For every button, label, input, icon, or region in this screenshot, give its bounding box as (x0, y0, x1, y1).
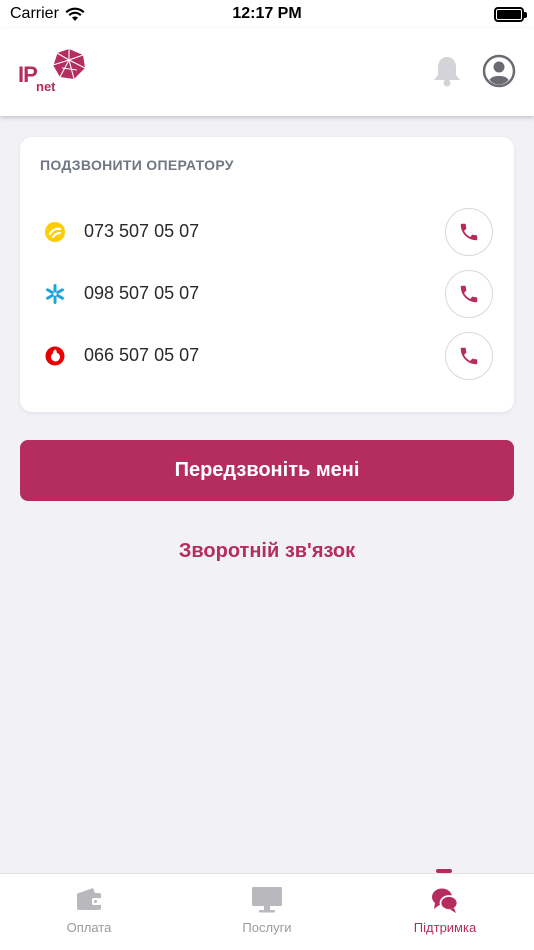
logo-net-text: net (36, 79, 56, 94)
app-header: IP net (0, 28, 534, 116)
tab-support[interactable]: Підтримка (356, 874, 534, 950)
callback-button[interactable]: Передзвоніть мені (20, 440, 514, 501)
wallet-icon (77, 888, 101, 910)
phone-row-vodafone: 066 507 05 07 (20, 331, 514, 381)
call-button-vodafone[interactable] (445, 332, 493, 380)
phone-row-lifecell: 073 507 05 07 (20, 207, 514, 257)
call-button-lifecell[interactable] (445, 208, 493, 256)
tab-label: Послуги (242, 920, 292, 935)
feedback-link[interactable]: Зворотній зв'язок (0, 540, 534, 563)
carrier-label: Carrier (10, 5, 59, 22)
monitor-icon (252, 887, 282, 913)
lifecell-logo-icon (45, 222, 65, 242)
wifi-icon (65, 7, 85, 21)
phone-icon (460, 285, 478, 303)
ipnet-logo[interactable]: IP net (18, 46, 88, 96)
vodafone-logo-icon (45, 346, 65, 366)
card-title: ПОДЗВОНИТИ ОПЕРАТОРУ (40, 157, 234, 173)
tab-label: Оплата (66, 920, 112, 935)
profile-icon[interactable] (482, 54, 516, 88)
battery-icon (494, 6, 527, 22)
phone-number: 066 507 05 07 (84, 345, 200, 365)
phone-icon (460, 347, 478, 365)
call-operator-card: ПОДЗВОНИТИ ОПЕРАТОРУ 073 507 05 07 098 5… (20, 137, 514, 412)
carrier-group: Carrier (10, 5, 85, 23)
tab-label: Підтримка (413, 920, 477, 935)
call-button-kyivstar[interactable] (445, 270, 493, 318)
tab-payment[interactable]: Оплата (0, 874, 178, 950)
status-bar: Carrier 12:17 PM (0, 0, 534, 28)
chat-bubbles-icon (432, 888, 459, 913)
phone-number: 073 507 05 07 (84, 221, 200, 241)
phone-row-kyivstar: 098 507 05 07 (20, 269, 514, 319)
kyivstar-logo-icon (46, 284, 64, 304)
bell-icon[interactable] (432, 55, 462, 87)
tab-services[interactable]: Послуги (178, 874, 356, 950)
phone-icon (460, 223, 478, 241)
tab-bar: Оплата Послуги Підтримка (0, 873, 534, 950)
logo-gem-icon (52, 49, 86, 80)
phone-number: 098 507 05 07 (84, 283, 200, 303)
logo-ip-text: IP (18, 62, 38, 87)
